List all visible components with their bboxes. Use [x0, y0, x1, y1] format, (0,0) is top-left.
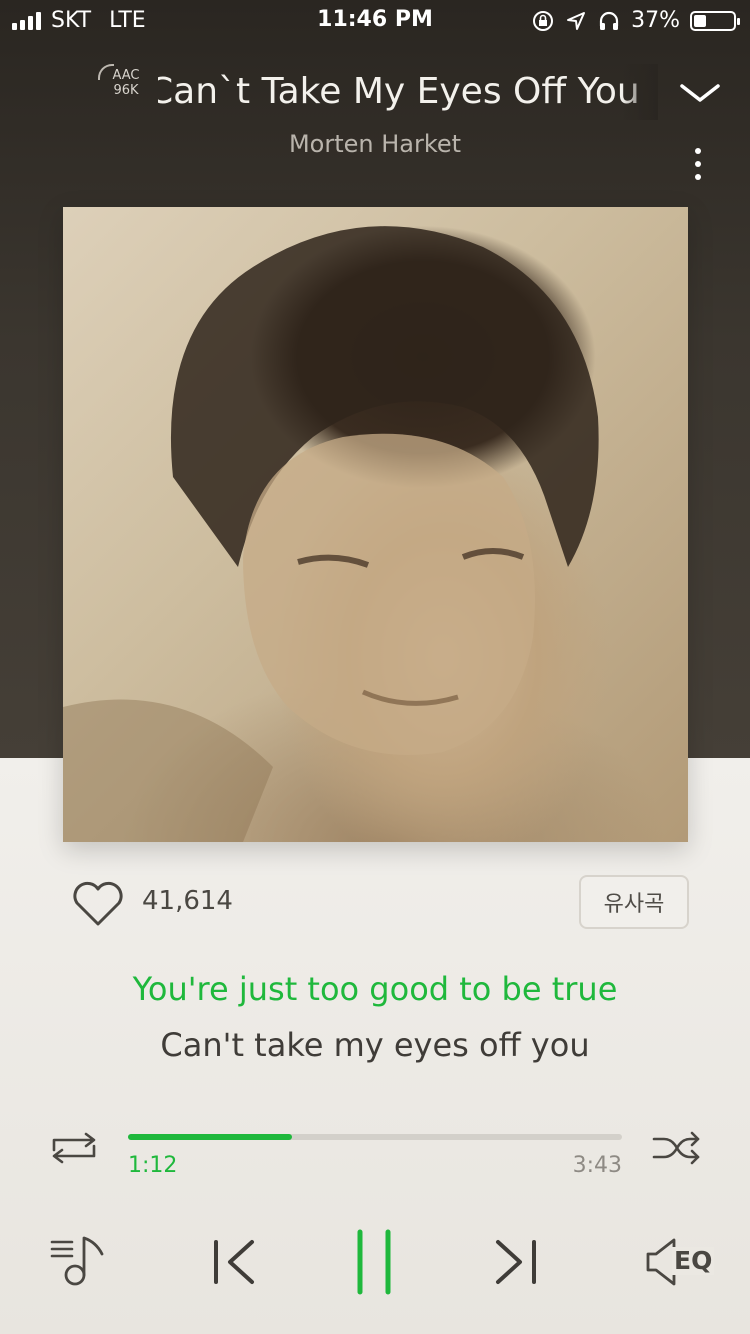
artist-name[interactable]: Morten Harket	[0, 130, 750, 158]
battery-icon	[690, 10, 740, 31]
more-vertical-icon[interactable]	[686, 148, 710, 184]
eq-button[interactable]: EQ	[644, 1236, 716, 1288]
pause-button[interactable]	[352, 1228, 396, 1296]
song-title: Can`t Take My Eyes Off You	[158, 71, 640, 112]
repeat-icon[interactable]	[48, 1128, 100, 1168]
lyric-next-line[interactable]: Can't take my eyes off you	[0, 1026, 750, 1064]
bitrate-label: 96K	[113, 83, 139, 98]
next-button[interactable]	[492, 1238, 542, 1286]
status-bar: SKT LTE 11:46 PM 37%	[0, 0, 750, 40]
skip-previous-icon	[214, 1240, 254, 1284]
chevron-down-icon[interactable]	[676, 74, 724, 110]
skip-next-icon	[496, 1240, 536, 1284]
eq-label: EQ	[672, 1246, 715, 1275]
song-title-marquee: Can`t Take My Eyes Off You	[158, 64, 658, 120]
heart-icon[interactable]	[70, 880, 126, 928]
playlist-icon	[50, 1236, 104, 1286]
battery-percent: 37%	[631, 8, 680, 33]
location-arrow-icon	[567, 11, 586, 30]
headphones-icon	[599, 11, 619, 30]
similar-songs-button[interactable]: 유사곡	[579, 875, 689, 929]
previous-button[interactable]	[208, 1238, 258, 1286]
rotation-lock-icon	[533, 10, 554, 31]
progress-bar[interactable]	[128, 1134, 622, 1140]
playlist-button[interactable]	[48, 1232, 108, 1288]
lyric-current-line[interactable]: You're just too good to be true	[0, 970, 750, 1008]
shuffle-icon[interactable]	[650, 1128, 702, 1168]
pause-icon	[357, 1229, 391, 1295]
total-time: 3:43	[572, 1153, 622, 1178]
codec-badge: AAC 96K	[98, 64, 152, 98]
elapsed-time: 1:12	[128, 1153, 178, 1178]
album-art[interactable]	[63, 207, 688, 842]
progress-played	[128, 1134, 292, 1140]
like-count: 41,614	[142, 886, 233, 916]
